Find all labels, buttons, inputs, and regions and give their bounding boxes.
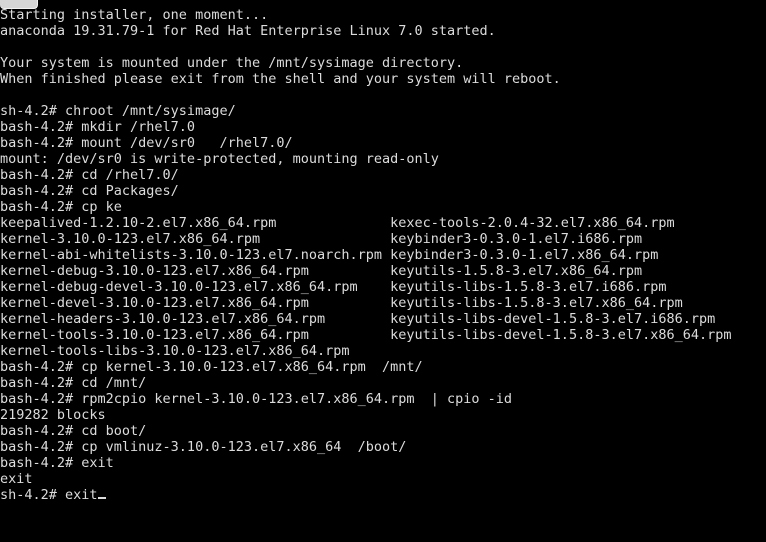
console-line: kernel-devel-3.10.0-123.el7.x86_64.rpm k… xyxy=(0,295,683,311)
console-line: kernel-debug-devel-3.10.0-123.el7.x86_64… xyxy=(0,279,667,295)
console-line: When finished please exit from the shell… xyxy=(0,71,561,87)
window-chrome-stub[interactable] xyxy=(0,0,38,9)
cursor-block xyxy=(97,497,106,499)
console-line: kernel-3.10.0-123.el7.x86_64.rpm keybind… xyxy=(0,231,643,247)
console-line: mount: /dev/sr0 is write-protected, moun… xyxy=(0,151,439,167)
terminal-screen[interactable]: Starting installer, one moment... anacond… xyxy=(0,0,766,542)
console-line: bash-4.2# cp kernel-3.10.0-123.el7.x86_6… xyxy=(0,359,423,375)
console-line: bash-4.2# cp ke xyxy=(0,199,122,215)
console-line: sh-4.2# exit xyxy=(0,487,766,503)
console-line: bash-4.2# mkdir /rhel7.0 xyxy=(0,119,196,135)
console-line: sh-4.2# chroot /mnt/sysimage/ xyxy=(0,103,236,119)
console-line: exit xyxy=(0,471,33,487)
console-output[interactable]: Starting installer, one moment... anacond… xyxy=(0,7,766,503)
console-line: bash-4.2# exit xyxy=(0,455,114,471)
console-line: bash-4.2# cd boot/ xyxy=(0,423,147,439)
console-line: kernel-debug-3.10.0-123.el7.x86_64.rpm k… xyxy=(0,263,643,279)
console-line: 219282 blocks xyxy=(0,407,106,423)
console-line: Your system is mounted under the /mnt/sy… xyxy=(0,55,464,71)
console-line: keepalived-1.2.10-2.el7.x86_64.rpm kexec… xyxy=(0,215,675,231)
console-line: bash-4.2# mount /dev/sr0 /rhel7.0/ xyxy=(0,135,293,151)
console-line: bash-4.2# rpm2cpio kernel-3.10.0-123.el7… xyxy=(0,391,513,407)
console-line: kernel-headers-3.10.0-123.el7.x86_64.rpm… xyxy=(0,311,716,327)
console-line: kernel-tools-libs-3.10.0-123.el7.x86_64.… xyxy=(0,343,350,359)
console-line: kernel-tools-3.10.0-123.el7.x86_64.rpm k… xyxy=(0,327,732,343)
console-line: Starting installer, one moment... xyxy=(0,7,269,23)
console-line: bash-4.2# cd /rhel7.0/ xyxy=(0,167,179,183)
console-line: bash-4.2# cd Packages/ xyxy=(0,183,179,199)
console-line: bash-4.2# cd /mnt/ xyxy=(0,375,147,391)
console-line: anaconda 19.31.79-1 for Red Hat Enterpri… xyxy=(0,23,496,39)
console-line: kernel-abi-whitelists-3.10.0-123.el7.noa… xyxy=(0,247,659,263)
console-line: bash-4.2# cp vmlinuz-3.10.0-123.el7.x86_… xyxy=(0,439,407,455)
